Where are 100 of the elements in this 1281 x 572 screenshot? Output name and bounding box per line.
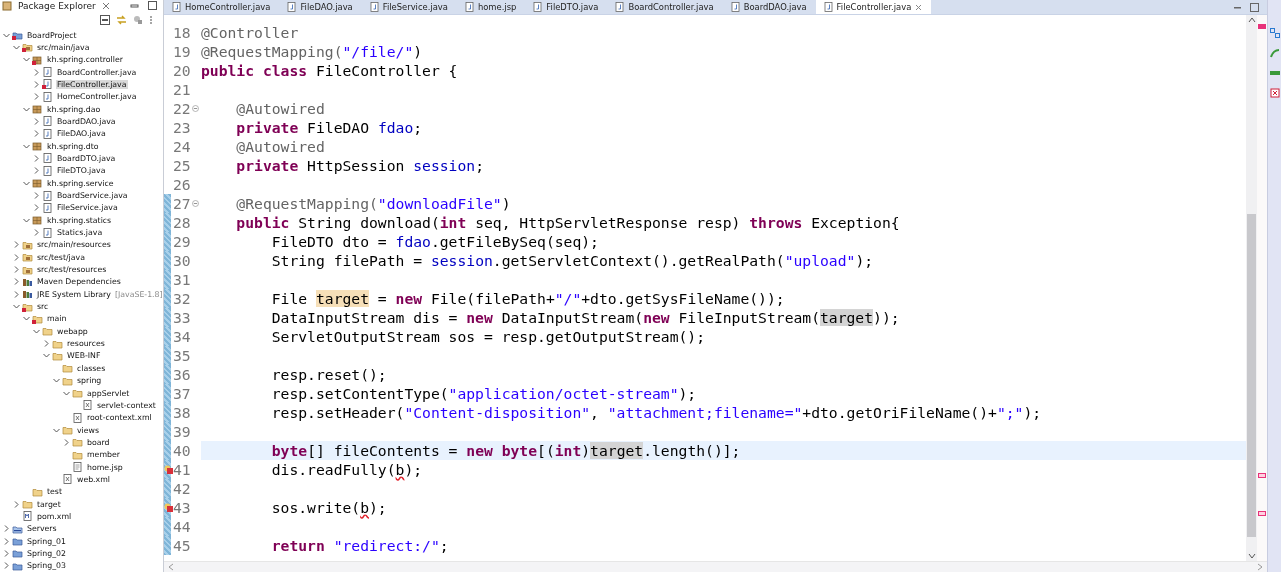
chevron-icon[interactable] (23, 105, 30, 113)
problems-icon[interactable] (1269, 88, 1280, 98)
close-icon[interactable] (101, 1, 110, 10)
chevron-icon[interactable] (13, 266, 20, 274)
editor-tab[interactable]: BoardController.java (607, 0, 723, 14)
line-number: 19 (173, 43, 191, 60)
chevron-icon[interactable] (33, 80, 40, 88)
editor-tab[interactable]: FileDAO.java (279, 0, 362, 14)
file-icon (72, 462, 83, 473)
editor-tab[interactable]: FileService.java (361, 0, 457, 14)
code-line: resp.reset(); (270, 366, 387, 383)
chevron-icon[interactable] (3, 562, 10, 570)
minimize-icon[interactable] (130, 1, 139, 11)
scroll-left-icon[interactable] (168, 563, 174, 571)
scroll-up-icon[interactable] (1247, 17, 1256, 23)
chevron-icon[interactable] (3, 550, 10, 557)
chevron-icon[interactable] (33, 204, 40, 212)
folder-icon (22, 264, 33, 275)
chevron-icon[interactable] (33, 130, 40, 138)
file-icon (287, 2, 297, 12)
code-line: DataInputStream dis = new DataInputStream(new FileInputStream(target)); (270, 309, 900, 326)
code-line: ServletOutputStream sos = resp.getOutputStream(); (270, 328, 706, 345)
folder-icon (22, 252, 33, 263)
chevron-icon[interactable] (13, 278, 20, 286)
file-icon (730, 2, 740, 12)
editor-tab[interactable]: HomeController.java (164, 0, 280, 14)
chevron-icon[interactable] (33, 192, 40, 199)
chevron-icon[interactable] (13, 500, 20, 508)
chevron-icon[interactable] (13, 290, 20, 298)
chevron-icon[interactable] (33, 155, 40, 162)
chevron-icon[interactable] (33, 68, 40, 76)
editor-tab[interactable]: FileController.java (815, 0, 932, 14)
chevron-icon[interactable] (33, 117, 40, 125)
chevron-icon[interactable] (3, 525, 10, 533)
fold-icon[interactable] (191, 200, 199, 207)
folder-icon (52, 338, 63, 349)
line-number: 27 (173, 195, 191, 212)
editor-tab[interactable]: FileDTO.java (525, 0, 608, 14)
folder-icon (12, 523, 23, 534)
editor-tab[interactable]: home.jsp (456, 0, 526, 14)
library-icon (22, 276, 33, 287)
chevron-icon[interactable] (33, 229, 40, 237)
code-line: dis.readFully(b); (270, 461, 423, 478)
chevron-icon[interactable] (63, 438, 70, 446)
file-icon (42, 202, 53, 213)
chevron-icon[interactable] (23, 56, 30, 64)
chevron-icon[interactable] (33, 93, 40, 101)
chevron-icon[interactable] (63, 389, 70, 397)
code-line: byte[] fileContents = new byte[(int)target.length()]; (270, 442, 741, 459)
line-number: 44 (173, 518, 191, 535)
file-icon (82, 400, 93, 411)
editor-tab[interactable]: BoardDAO.java (722, 0, 816, 14)
line-number: 37 (173, 385, 191, 402)
collapse-all-icon[interactable] (100, 14, 110, 25)
chevron-icon[interactable] (3, 31, 10, 39)
file-icon (62, 474, 73, 485)
chevron-icon[interactable] (53, 426, 60, 434)
line-number: 26 (173, 176, 191, 193)
chevron-icon[interactable] (13, 303, 20, 311)
chevron-icon[interactable] (53, 377, 60, 385)
folder-icon (52, 351, 63, 361)
code-line: @RequestMapping("downloadFile") (235, 195, 511, 212)
outline-icon[interactable] (1269, 28, 1280, 38)
chevron-icon[interactable] (23, 216, 30, 224)
line-number: 28 (173, 214, 191, 231)
folder-icon (22, 239, 33, 250)
chevron-icon[interactable] (43, 352, 50, 360)
line-number: 32 (173, 290, 191, 307)
line-number: 21 (173, 81, 191, 98)
chevron-icon[interactable] (13, 43, 20, 51)
line-number: 30 (173, 252, 191, 269)
console-icon[interactable] (1269, 68, 1280, 78)
code-line: @Autowired (235, 100, 325, 117)
chevron-icon[interactable] (23, 315, 30, 323)
overview-marker[interactable] (1258, 511, 1266, 516)
overview-marker[interactable] (1258, 473, 1266, 478)
code-line: return "redirect:/"; (270, 537, 449, 554)
chevron-icon[interactable] (33, 167, 40, 175)
code-line: private HttpSession session; (235, 157, 484, 174)
file-icon (42, 116, 53, 127)
focus-icon[interactable] (133, 14, 143, 25)
scrollbar-thumb[interactable] (1247, 213, 1256, 538)
close-icon[interactable] (915, 3, 923, 11)
folder-icon (22, 499, 33, 510)
maximize-icon[interactable] (1250, 2, 1259, 12)
panel-title[interactable]: Package Explorer (18, 0, 96, 11)
link-icon[interactable] (116, 14, 127, 25)
chevron-icon[interactable] (43, 340, 50, 348)
scroll-down-icon[interactable] (1247, 553, 1256, 559)
chevron-icon[interactable] (13, 253, 20, 261)
scroll-right-icon[interactable] (1257, 563, 1263, 571)
task-icon[interactable] (1269, 48, 1280, 58)
chevron-icon[interactable] (23, 179, 30, 187)
maximize-icon[interactable] (148, 1, 157, 11)
line-number: 39 (173, 423, 191, 440)
chevron-icon[interactable] (33, 327, 40, 335)
chevron-icon[interactable] (13, 241, 20, 249)
chevron-icon[interactable] (3, 537, 10, 545)
chevron-icon[interactable] (23, 142, 30, 150)
fold-icon[interactable] (191, 105, 199, 112)
